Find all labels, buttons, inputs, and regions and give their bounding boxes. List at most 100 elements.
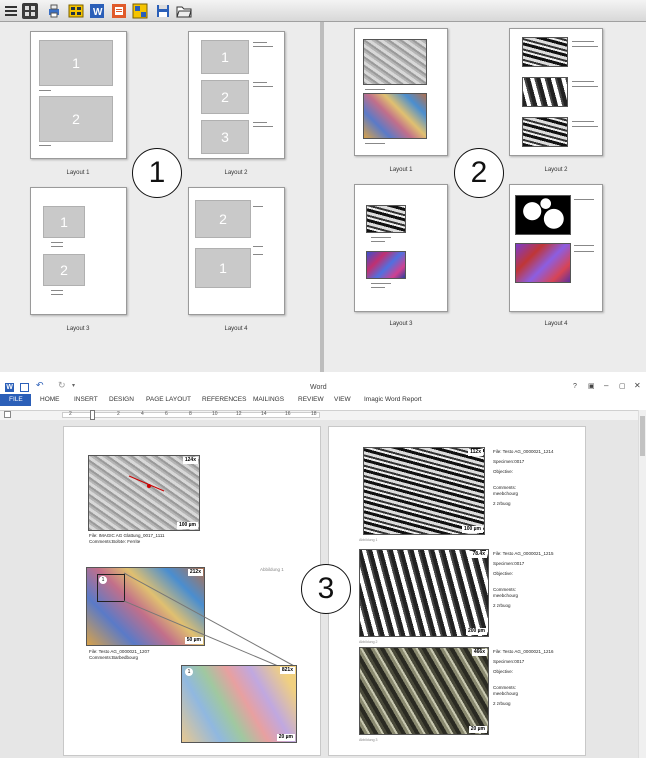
- scale-bar: 20 µm: [468, 726, 487, 733]
- maximize-icon[interactable]: ▢: [619, 382, 626, 390]
- word-app-icon: W: [5, 383, 14, 392]
- tab-mailings[interactable]: MAILINGS: [253, 396, 284, 403]
- indent-marker[interactable]: [90, 410, 95, 420]
- report-icon[interactable]: [111, 3, 127, 19]
- ruler-tick: 14: [261, 411, 267, 417]
- micrograph: [522, 77, 568, 107]
- layout-label: Layout 4: [544, 321, 568, 327]
- tab-references[interactable]: REFERENCES: [202, 396, 246, 403]
- ribbon-options-icon[interactable]: ▣: [588, 382, 595, 390]
- micrograph: [515, 243, 571, 283]
- tab-view[interactable]: VIEW: [334, 396, 351, 403]
- ruler-tick: 16: [285, 411, 291, 417]
- figure-label: Abbildung 1: [359, 538, 378, 542]
- micrograph: [363, 39, 427, 85]
- save-icon[interactable]: [155, 3, 171, 19]
- layout-label: Layout 1: [389, 167, 413, 173]
- window-title: Word: [310, 384, 327, 391]
- document-page-left[interactable]: 124x 100 µm File: IMAGIC AG Glattung_001…: [63, 426, 321, 756]
- micrograph-3[interactable]: 1 821x 20 µm: [181, 665, 297, 743]
- menu-icon[interactable]: [3, 3, 19, 19]
- document-page-right[interactable]: 112x 100 µm File: Testo AG_0000021_1214 S…: [328, 426, 586, 756]
- micrograph-r1[interactable]: 112x 100 µm: [363, 447, 485, 535]
- callout-badge: 2: [454, 148, 504, 198]
- layout-2-preview[interactable]: [509, 28, 603, 156]
- tab-design[interactable]: DESIGN: [109, 396, 134, 403]
- image-placeholder: 2: [195, 200, 251, 238]
- tab-selector[interactable]: [4, 411, 11, 418]
- layout-label: Layout 2: [224, 170, 248, 176]
- layout-label: Layout 2: [544, 167, 568, 173]
- image-info-1: File: Testo AG_0000021_1214 Specimen:0017…: [493, 449, 554, 506]
- ruler-tick: 18: [311, 411, 317, 417]
- image-placeholder: 2: [43, 254, 85, 286]
- region-marker: 1: [185, 668, 193, 676]
- layout-1-thumb[interactable]: 1 2: [30, 31, 127, 159]
- scroll-thumb[interactable]: [640, 416, 645, 456]
- customize-icon[interactable]: ▾: [72, 382, 75, 389]
- zoom-label: 112x: [468, 449, 483, 456]
- open-folder-icon[interactable]: [176, 3, 192, 19]
- micrograph: [366, 251, 406, 279]
- image-placeholder: 1: [39, 40, 113, 86]
- layout-label: Layout 4: [224, 326, 248, 332]
- svg-text:W: W: [93, 7, 103, 18]
- image-placeholder: 3: [201, 120, 249, 154]
- image-placeholder: 1: [201, 40, 249, 74]
- tab-page-layout[interactable]: PAGE LAYOUT: [146, 396, 191, 403]
- ruler-tick: 2: [117, 411, 120, 417]
- micrograph: [515, 195, 571, 235]
- figure-label: Abbildung 3: [359, 738, 378, 742]
- layout-3-thumb[interactable]: 1 2: [30, 187, 127, 315]
- help-icon[interactable]: ?: [573, 383, 577, 390]
- ruler-tick: 2: [69, 411, 72, 417]
- undo-icon[interactable]: ↶: [36, 380, 44, 391]
- image-placeholder: 1: [43, 206, 85, 238]
- print-icon[interactable]: [46, 3, 62, 19]
- callout-badge: 3: [301, 564, 351, 614]
- tab-home[interactable]: HOME: [40, 396, 60, 403]
- micrograph: [366, 205, 406, 233]
- grid-icon[interactable]: [22, 3, 38, 19]
- micrograph-r2[interactable]: 78.4x 200 µm: [359, 549, 489, 637]
- word-window: W ↶ ↻ ▾ Word ? ▣ – ▢ ✕ FILE HOME INSERT …: [0, 378, 646, 758]
- save-icon[interactable]: [20, 383, 29, 392]
- zoom-label: 78.4x: [470, 551, 487, 558]
- layout-3-preview[interactable]: [354, 184, 448, 312]
- tab-imagic-word-report[interactable]: Imagic Word Report: [364, 396, 422, 403]
- tab-file[interactable]: FILE: [9, 396, 23, 403]
- image-info-3: File: Testo AG_0000021_1216 Specimen:0017…: [493, 649, 554, 706]
- vertical-scrollbar[interactable]: [638, 410, 646, 758]
- micrograph: [522, 117, 568, 147]
- close-icon[interactable]: ✕: [634, 381, 641, 390]
- scale-bar: 20 µm: [276, 734, 295, 741]
- side-note: Abbildung 1: [260, 567, 284, 572]
- image-placeholder: 2: [201, 80, 249, 114]
- minimize-icon[interactable]: –: [604, 381, 608, 390]
- layout-2-thumb[interactable]: 1 2 3: [188, 31, 285, 159]
- image-info-2: File: Testo AG_0000021_1215 Specimen:0017…: [493, 551, 554, 608]
- micrograph-r3[interactable]: 466x 20 µm: [359, 647, 489, 735]
- redo-icon[interactable]: ↻: [58, 380, 66, 391]
- tab-insert[interactable]: INSERT: [74, 396, 98, 403]
- zoom-label: 466x: [471, 649, 487, 656]
- scale-bar: 200 µm: [465, 628, 487, 635]
- layout-icon[interactable]: [68, 3, 84, 19]
- zoom-label: 821x: [279, 667, 295, 674]
- micrograph: [522, 37, 568, 67]
- template-panel: 1 2 Layout 1 1 2 3 Layout 2 1 2 Layout 3…: [0, 22, 320, 372]
- layout-label: Layout 1: [66, 170, 90, 176]
- image-placeholder: 2: [39, 96, 113, 142]
- layout-4-thumb[interactable]: 2 1: [188, 187, 285, 315]
- ruler-tick: 12: [236, 411, 242, 417]
- multi-layout-icon[interactable]: [132, 3, 148, 19]
- tab-review[interactable]: REVIEW: [298, 396, 324, 403]
- layout-1-preview[interactable]: [354, 28, 448, 156]
- layout-4-preview[interactable]: [509, 184, 603, 312]
- callout-badge: 1: [132, 148, 182, 198]
- preview-panel: Layout 1 Layout 2 Layout 3 Layout 4 2: [324, 22, 646, 372]
- word-icon[interactable]: W: [89, 3, 105, 19]
- scale-bar: 100 µm: [461, 526, 483, 533]
- ruler-tick: 10: [212, 411, 218, 417]
- caption-2: File: Testo AG_0000021_1207 Comments:Barb…: [89, 649, 150, 660]
